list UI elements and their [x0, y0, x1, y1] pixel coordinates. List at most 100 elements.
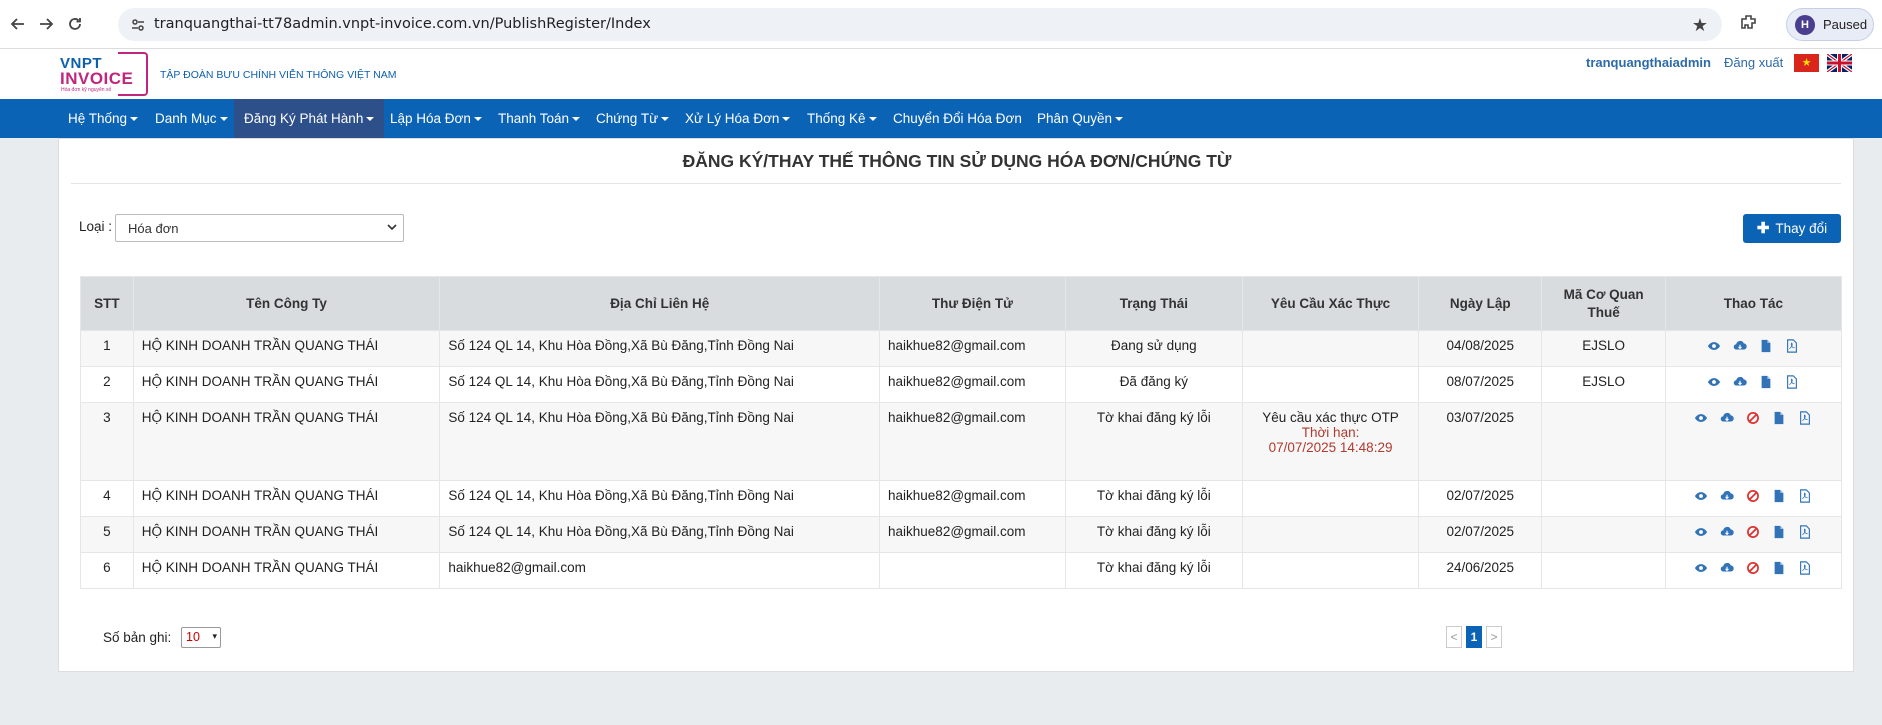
- site-info-icon[interactable]: [130, 17, 146, 38]
- file-icon[interactable]: [1759, 339, 1773, 353]
- cloud-download-icon[interactable]: [1720, 489, 1735, 503]
- column-header[interactable]: Ngày Lập: [1418, 276, 1543, 331]
- menu-he-thong[interactable]: Hệ Thống: [58, 99, 148, 138]
- cloud-download-icon[interactable]: [1733, 339, 1748, 353]
- cell-stt: 4: [80, 480, 134, 517]
- menu-xu-ly-hoa-don[interactable]: Xử Lý Hóa Đơn: [675, 99, 800, 138]
- browser-toolbar: tranquangthai-tt78admin.vnpt-invoice.com…: [0, 0, 1882, 49]
- cell-actions: [1664, 366, 1843, 403]
- cell-address: Số 124 QL 14, Khu Hòa Đồng,Xã Bù Đăng,Tỉ…: [439, 330, 881, 367]
- reload-icon[interactable]: [63, 12, 87, 36]
- pdf-icon[interactable]: [1798, 411, 1812, 426]
- view-icon[interactable]: [1694, 561, 1708, 575]
- cell-stt: 1: [80, 330, 134, 367]
- file-icon[interactable]: [1772, 489, 1786, 503]
- username-link[interactable]: tranquangthaiadmin: [1586, 55, 1711, 70]
- cell-date: 03/07/2025: [1418, 402, 1543, 481]
- cell-status: Đang sử dụng: [1064, 330, 1243, 367]
- menu-chung-tu[interactable]: Chứng Từ: [586, 99, 679, 138]
- next-page-button[interactable]: >: [1486, 626, 1502, 648]
- logo-tagline: Hóa đơn kỹ nguyên số: [61, 87, 112, 93]
- back-arrow-icon[interactable]: [6, 12, 30, 36]
- cloud-download-icon[interactable]: [1720, 561, 1735, 575]
- file-icon[interactable]: [1772, 525, 1786, 539]
- change-button[interactable]: ✚ Thay đổi: [1743, 214, 1841, 243]
- pdf-icon[interactable]: [1798, 561, 1812, 576]
- cell-verify: [1241, 480, 1420, 517]
- cancel-icon[interactable]: [1746, 489, 1760, 503]
- forward-arrow-icon[interactable]: [34, 12, 58, 36]
- cell-company: HỘ KINH DOANH TRẦN QUANG THÁI: [132, 516, 441, 553]
- cell-stt: 5: [80, 516, 134, 553]
- cell-email: haikhue82@gmail.com: [879, 480, 1066, 517]
- column-header[interactable]: Địa Chỉ Liên Hệ: [439, 276, 881, 331]
- records-per-page-select[interactable]: 10 ▾: [181, 627, 221, 648]
- profile-status: Paused: [1823, 17, 1868, 32]
- view-icon[interactable]: [1694, 489, 1708, 503]
- filter-label: Loại :: [79, 219, 113, 234]
- cell-email: haikhue82@gmail.com: [879, 402, 1066, 481]
- column-header[interactable]: STT: [80, 276, 134, 331]
- type-select-value: Hóa đơn: [128, 221, 179, 236]
- menu-thong-ke[interactable]: Thống Kê: [797, 99, 887, 138]
- verify-deadline: 07/07/2025 14:48:29: [1268, 440, 1393, 455]
- page-1-button[interactable]: 1: [1466, 626, 1482, 648]
- column-header[interactable]: Thư Điện Tử: [879, 276, 1066, 331]
- address-bar[interactable]: tranquangthai-tt78admin.vnpt-invoice.com…: [118, 8, 1722, 41]
- profile-button[interactable]: H Paused: [1786, 8, 1874, 41]
- cloud-download-icon[interactable]: [1720, 525, 1735, 539]
- menu-label: Thanh Toán: [498, 111, 570, 126]
- table-row: 4 HỘ KINH DOANH TRẦN QUANG THÁI Số 124 QL …: [80, 480, 1843, 517]
- view-icon[interactable]: [1694, 525, 1708, 539]
- pdf-icon[interactable]: [1798, 489, 1812, 504]
- pdf-icon[interactable]: [1798, 525, 1812, 540]
- cell-email: haikhue82@gmail.com: [879, 366, 1066, 403]
- menu-phan-quyen[interactable]: Phân Quyền: [1027, 99, 1133, 138]
- extensions-icon[interactable]: [1738, 12, 1762, 36]
- column-header[interactable]: Mã Cơ Quan Thuế: [1541, 276, 1666, 331]
- cancel-icon[interactable]: [1746, 561, 1760, 575]
- cloud-download-icon[interactable]: [1720, 411, 1735, 425]
- chevron-down-icon: [387, 222, 397, 235]
- cell-status: Tờ khai đăng ký lỗi: [1064, 516, 1243, 553]
- column-header[interactable]: Trạng Thái: [1064, 276, 1243, 331]
- cloud-download-icon[interactable]: [1733, 375, 1748, 389]
- cell-company: HỘ KINH DOANH TRẦN QUANG THÁI: [132, 330, 441, 367]
- cell-tax-code: [1541, 516, 1666, 553]
- menu-dang-ky-phat-hanh[interactable]: Đăng Ký Phát Hành: [234, 99, 385, 138]
- menu-lap-hoa-don[interactable]: Lập Hóa Đơn: [380, 99, 492, 138]
- menu-chuyen-doi-hoa-don[interactable]: Chuyển Đổi Hóa Đơn: [883, 99, 1032, 138]
- cancel-icon[interactable]: [1746, 525, 1760, 539]
- vnpt-invoice-logo[interactable]: VNPT INVOICE Hóa đơn kỹ nguyên số: [58, 52, 150, 96]
- column-header[interactable]: Tên Công Ty: [132, 276, 441, 331]
- cell-company: HỘ KINH DOANH TRẦN QUANG THÁI: [132, 480, 441, 517]
- cell-actions: [1664, 402, 1843, 481]
- view-icon[interactable]: [1694, 411, 1708, 425]
- prev-page-button[interactable]: <: [1446, 626, 1462, 648]
- cancel-icon[interactable]: [1746, 411, 1760, 425]
- file-icon[interactable]: [1772, 411, 1786, 425]
- file-icon[interactable]: [1759, 375, 1773, 389]
- bookmark-star-icon[interactable]: ★: [1692, 15, 1708, 36]
- vietnam-flag-icon[interactable]: ★: [1794, 54, 1819, 72]
- cell-tax-code: [1541, 552, 1666, 589]
- column-header[interactable]: Thao Tác: [1664, 276, 1843, 331]
- cell-status: Tờ khai đăng ký lỗi: [1064, 402, 1243, 481]
- column-header[interactable]: Yêu Cầu Xác Thực: [1241, 276, 1420, 331]
- menu-label: Đăng Ký Phát Hành: [244, 111, 364, 126]
- corporation-name: TẬP ĐOÀN BƯU CHÍNH VIỄN THÔNG VIỆT NAM: [160, 69, 397, 81]
- caret-down-icon: [219, 117, 228, 122]
- logout-link[interactable]: Đăng xuất: [1724, 55, 1783, 70]
- type-select[interactable]: Hóa đơn: [115, 214, 404, 242]
- file-icon[interactable]: [1772, 561, 1786, 575]
- view-icon[interactable]: [1707, 375, 1721, 389]
- chevron-down-icon: ▾: [212, 631, 217, 641]
- menu-label: Lập Hóa Đơn: [390, 111, 471, 126]
- uk-flag-icon[interactable]: [1827, 54, 1852, 72]
- view-icon[interactable]: [1707, 339, 1721, 353]
- pdf-icon[interactable]: [1785, 375, 1799, 390]
- menu-thanh-toan[interactable]: Thanh Toán: [488, 99, 590, 138]
- pdf-icon[interactable]: [1785, 339, 1799, 354]
- menu-danh-muc[interactable]: Danh Mục: [145, 99, 238, 138]
- cell-email: haikhue82@gmail.com: [879, 330, 1066, 367]
